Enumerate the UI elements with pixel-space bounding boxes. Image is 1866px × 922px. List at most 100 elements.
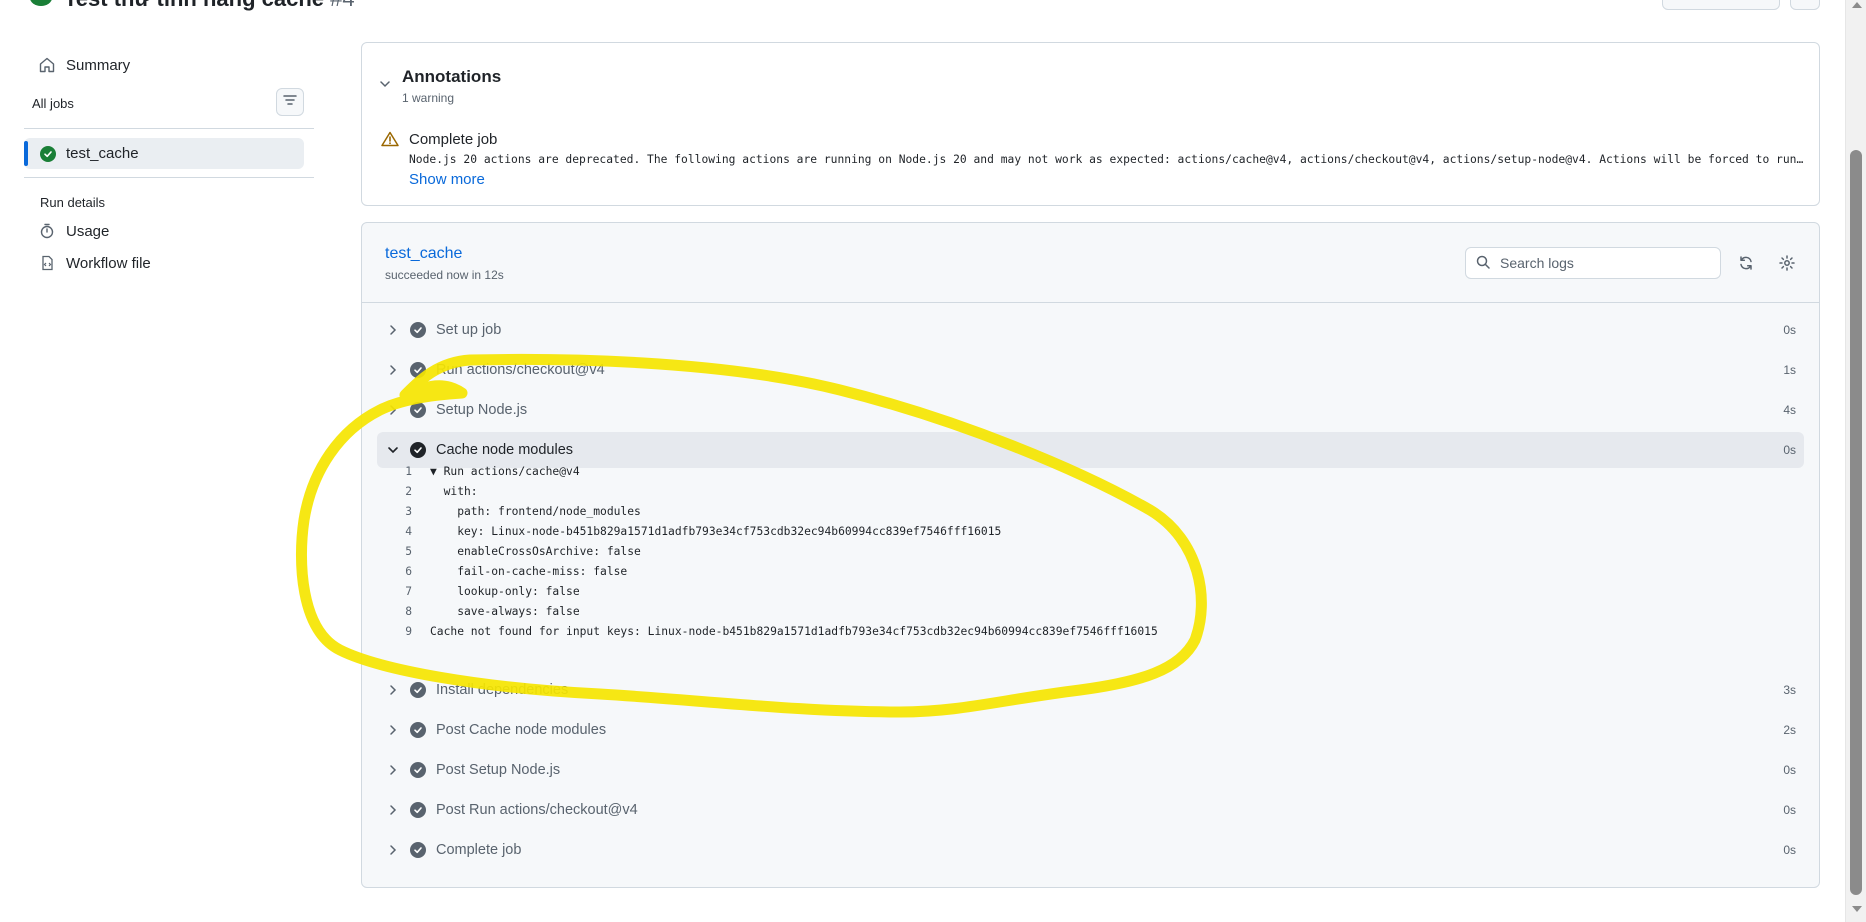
step-success-icon [410, 722, 426, 738]
log-line-number[interactable]: 1 [377, 465, 412, 478]
log-line-number[interactable]: 6 [377, 565, 412, 578]
alert-triangle-icon [381, 131, 399, 149]
scroll-down-arrow-icon[interactable] [1852, 906, 1862, 912]
log-line: 2 with: [377, 481, 1804, 501]
step-duration: 0s [1783, 803, 1796, 817]
step-set-up-job[interactable]: Set up job 0s [377, 312, 1804, 348]
run-status-icon [30, 0, 52, 6]
job-log-panel: test_cache succeeded now in 12s Set up j… [361, 222, 1820, 888]
log-line: 6 fail-on-cache-miss: false [377, 561, 1804, 581]
log-line: 3 path: frontend/node_modules [377, 501, 1804, 521]
log-line-number[interactable]: 5 [377, 545, 412, 558]
step-name: Setup Node.js [436, 402, 528, 418]
log-line-number[interactable]: 2 [377, 485, 412, 498]
page-header: Test thử tính năng cache #4 [0, 0, 1845, 12]
step-name: Install dependencies [436, 682, 569, 698]
step-name: Post Setup Node.js [436, 762, 561, 778]
step-name: Post Run actions/checkout@v4 [436, 802, 638, 818]
page-scrollbar[interactable] [1845, 0, 1866, 922]
sidebar-item-label: Usage [66, 222, 110, 240]
annotations-title: Annotations [402, 67, 502, 86]
file-code-icon [38, 254, 56, 272]
annotation-item-title[interactable]: Complete job [409, 131, 497, 148]
step-success-icon [410, 682, 426, 698]
rerun-jobs-button[interactable] [1662, 0, 1780, 10]
search-logs-input[interactable] [1500, 255, 1700, 271]
annotation-item-message: Node.js 20 actions are deprecated. The f… [409, 153, 1804, 166]
log-line-number[interactable]: 4 [377, 525, 412, 538]
divider [24, 177, 314, 178]
log-line: 4 key: Linux-node-b451b829a1571d1adfb793… [377, 521, 1804, 541]
log-line: 5 enableCrossOsArchive: false [377, 541, 1804, 561]
filter-icon [283, 93, 297, 111]
home-icon [38, 56, 56, 74]
job-label: test_cache [66, 145, 139, 162]
chevron-right-icon [385, 362, 401, 378]
sidebar-item-workflow-file[interactable]: Workflow file [38, 254, 151, 272]
step-name: Complete job [436, 842, 522, 858]
search-icon [1476, 255, 1490, 272]
sidebar-job-test-cache[interactable]: test_cache [24, 138, 304, 169]
search-logs-field[interactable] [1465, 247, 1721, 279]
step-name: Cache node modules [436, 442, 574, 458]
job-status-text: succeeded now in 12s [385, 268, 504, 282]
step-success-icon [410, 802, 426, 818]
chevron-down-icon[interactable] [378, 77, 392, 91]
log-line: 9 Cache not found for input keys: Linux-n… [377, 621, 1804, 641]
step-success-icon [410, 762, 426, 778]
job-header: test_cache succeeded now in 12s [362, 223, 1819, 303]
step-run-checkout[interactable]: Run actions/checkout@v4 1s [377, 352, 1804, 388]
chevron-down-icon [385, 442, 401, 458]
step-duration: 0s [1783, 763, 1796, 777]
sidebar-item-usage[interactable]: Usage [38, 222, 109, 240]
chevron-right-icon [385, 802, 401, 818]
annotations-count: 1 warning [402, 91, 455, 105]
log-line-text: with: [430, 484, 478, 498]
step-duration: 2s [1783, 723, 1796, 737]
step-success-icon [410, 402, 426, 418]
chevron-right-icon [385, 722, 401, 738]
gear-icon[interactable] [1775, 251, 1799, 275]
show-more-link[interactable]: Show more [409, 171, 485, 188]
log-line-number[interactable]: 9 [377, 625, 412, 638]
log-line: 1 ▼ Run actions/cache@v4 [377, 461, 1804, 481]
step-install-dependencies[interactable]: Install dependencies 3s [377, 672, 1804, 708]
success-check-icon [40, 145, 56, 162]
step-duration: 0s [1783, 443, 1796, 457]
job-name-link[interactable]: test_cache [385, 245, 462, 263]
step-post-setup-nodejs[interactable]: Post Setup Node.js 0s [377, 752, 1804, 788]
scroll-up-arrow-icon[interactable] [1852, 2, 1862, 8]
step-success-icon [410, 442, 426, 458]
log-line-number[interactable]: 8 [377, 605, 412, 618]
sync-icon[interactable] [1734, 251, 1758, 275]
step-duration: 3s [1783, 683, 1796, 697]
filter-jobs-button[interactable] [276, 88, 304, 116]
log-line-text: ▼ Run actions/cache@v4 [430, 464, 580, 478]
step-setup-nodejs[interactable]: Setup Node.js 4s [377, 392, 1804, 428]
sidebar-item-summary[interactable]: Summary [38, 56, 130, 74]
step-success-icon [410, 842, 426, 858]
log-line-text: key: Linux-node-b451b829a1571d1adfb793e3… [430, 524, 1002, 538]
step-success-icon [410, 322, 426, 338]
run-title: Test thử tính năng cache #4 [64, 0, 355, 12]
step-duration: 0s [1783, 323, 1796, 337]
chevron-right-icon [385, 762, 401, 778]
step-name: Run actions/checkout@v4 [436, 362, 605, 378]
step-post-cache-node-modules[interactable]: Post Cache node modules 2s [377, 712, 1804, 748]
run-number: #4 [330, 0, 354, 11]
step-success-icon [410, 362, 426, 378]
scrollbar-thumb[interactable] [1850, 150, 1862, 895]
selected-indicator [24, 141, 28, 166]
step-complete-job[interactable]: Complete job 0s [377, 832, 1804, 868]
annotations-panel: Annotations 1 warning Complete job Node.… [361, 42, 1820, 206]
step-post-run-checkout[interactable]: Post Run actions/checkout@v4 0s [377, 792, 1804, 828]
chevron-right-icon [385, 842, 401, 858]
log-line-number[interactable]: 3 [377, 505, 412, 518]
all-jobs-label: All jobs [32, 96, 74, 111]
sidebar-item-label: Summary [66, 56, 131, 74]
step-name: Set up job [436, 322, 502, 338]
step-duration: 1s [1783, 363, 1796, 377]
log-line-number[interactable]: 7 [377, 585, 412, 598]
more-actions-button[interactable] [1790, 0, 1820, 10]
step-duration: 0s [1783, 843, 1796, 857]
